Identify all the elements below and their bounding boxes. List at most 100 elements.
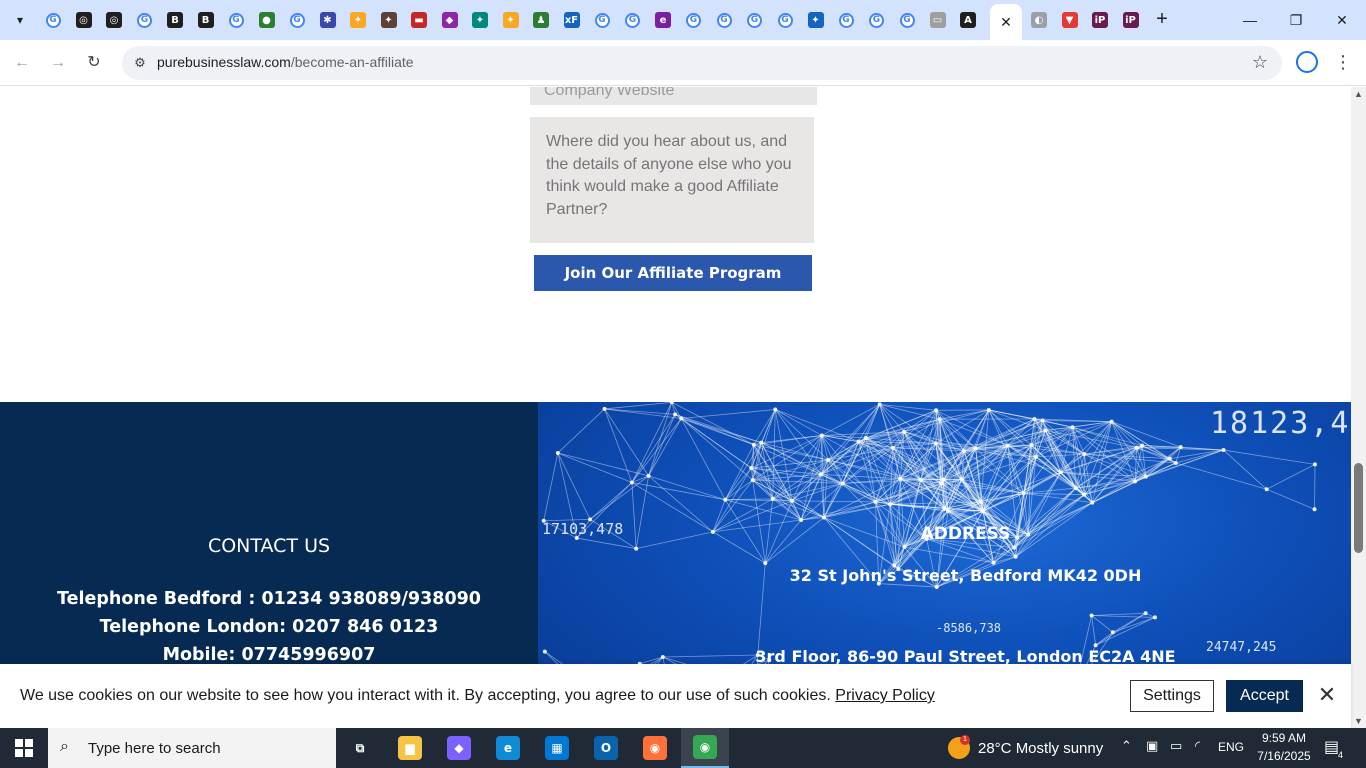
- browser-tab[interactable]: ✦: [803, 6, 829, 34]
- browser-tab[interactable]: G: [894, 6, 920, 34]
- browser-tab[interactable]: ◎: [101, 6, 127, 34]
- browser-tab[interactable]: G: [864, 6, 890, 34]
- edge-icon: e: [496, 736, 520, 760]
- task-view-taskbar-button[interactable]: ⧉: [336, 728, 384, 768]
- cookie-settings-button[interactable]: Settings: [1130, 680, 1214, 712]
- browser-tab[interactable]: G: [742, 6, 768, 34]
- network-node: [1070, 425, 1075, 430]
- browser-tab[interactable]: G: [833, 6, 859, 34]
- browser-tab[interactable]: G: [681, 6, 707, 34]
- weather-widget[interactable]: 28°C Mostly sunny: [978, 740, 1103, 757]
- network-node: [1013, 554, 1018, 559]
- network-link: [879, 403, 937, 411]
- browser-tab[interactable]: ●: [254, 6, 280, 34]
- meet-now-icon[interactable]: ▣: [1146, 738, 1158, 754]
- chrome-taskbar-button[interactable]: ◉: [681, 728, 729, 768]
- network-link: [681, 409, 776, 419]
- company-website-field[interactable]: Company Website: [530, 87, 817, 105]
- browser-tab[interactable]: iP: [1118, 6, 1144, 34]
- taskbar-search-box[interactable]: ⌕ Type here to search: [48, 728, 336, 768]
- browser-tab[interactable]: G: [284, 6, 310, 34]
- address-bar[interactable]: ⚙ purebusinesslaw.com/become-an-affiliat…: [122, 46, 1282, 80]
- profile-icon[interactable]: [1296, 51, 1318, 73]
- close-window-button[interactable]: ✕: [1330, 8, 1354, 32]
- network-node: [679, 416, 684, 421]
- clock-date[interactable]: 7/16/2025: [1254, 749, 1314, 763]
- browser-tab[interactable]: G: [772, 6, 798, 34]
- network-node: [973, 446, 978, 451]
- network-link: [800, 435, 823, 521]
- browser-tab[interactable]: ▼: [1057, 6, 1083, 34]
- clock-time[interactable]: 9:59 AM: [1256, 731, 1312, 745]
- browser-tab[interactable]: iP: [1087, 6, 1113, 34]
- scroll-down-arrow-icon[interactable]: ▼: [1354, 716, 1363, 726]
- reload-icon[interactable]: ↻: [82, 51, 106, 75]
- browser-tab[interactable]: B: [162, 6, 188, 34]
- close-icon[interactable]: ✕: [1317, 683, 1337, 707]
- battery-icon[interactable]: ▭: [1170, 738, 1182, 754]
- network-node: [934, 585, 939, 590]
- network-link: [801, 501, 876, 521]
- b-icon: B: [167, 12, 183, 28]
- forward-arrow-icon[interactable]: →: [46, 51, 70, 75]
- app-icon: ✦: [472, 12, 488, 28]
- network-node: [962, 448, 967, 453]
- browser-tab[interactable]: ▬: [406, 6, 432, 34]
- bookmark-star-icon[interactable]: ☆: [1252, 52, 1268, 73]
- browser-tab[interactable]: ◆: [437, 6, 463, 34]
- browser-tab[interactable]: G: [620, 6, 646, 34]
- language-indicator[interactable]: ENG: [1218, 740, 1244, 754]
- scroll-up-arrow-icon[interactable]: ▲: [1354, 89, 1363, 99]
- minimize-button[interactable]: —: [1238, 8, 1262, 32]
- browser-tab[interactable]: G: [711, 6, 737, 34]
- cookie-accept-button[interactable]: Accept: [1226, 680, 1303, 712]
- new-tab-button[interactable]: +: [1150, 8, 1174, 32]
- microsoft-store-taskbar-button[interactable]: ▦: [533, 728, 581, 768]
- browser-tab[interactable]: G: [223, 6, 249, 34]
- wifi-icon[interactable]: ◜: [1195, 738, 1200, 754]
- browser-tab[interactable]: ✦: [376, 6, 402, 34]
- join-affiliate-button[interactable]: Join Our Affiliate Program: [534, 255, 812, 291]
- scrollbar-thumb[interactable]: [1354, 463, 1363, 553]
- app-icon: ✦: [502, 12, 519, 28]
- browser-tab[interactable]: xF: [559, 6, 585, 34]
- edge-taskbar-button[interactable]: e: [484, 728, 532, 768]
- browser-tab[interactable]: ✦: [467, 6, 493, 34]
- menu-kebab-icon[interactable]: ⋮: [1334, 51, 1352, 75]
- browser-tab[interactable]: B: [193, 6, 219, 34]
- browser-tab[interactable]: ◎: [71, 6, 97, 34]
- browser-tab[interactable]: G: [589, 6, 615, 34]
- browser-tab[interactable]: G: [132, 6, 158, 34]
- outlook-taskbar-button[interactable]: O: [582, 728, 630, 768]
- firefox-taskbar-button[interactable]: ◉: [631, 728, 679, 768]
- browser-tab[interactable]: e: [650, 6, 676, 34]
- site-info-icon[interactable]: ⚙: [130, 53, 150, 73]
- network-node: [1178, 445, 1183, 450]
- copilot-taskbar-button[interactable]: ◆: [435, 728, 483, 768]
- file-explorer-taskbar-button[interactable]: ▆: [386, 728, 434, 768]
- network-link: [680, 418, 726, 500]
- restore-button[interactable]: ❐: [1284, 8, 1308, 32]
- hear-about-us-field[interactable]: [530, 117, 814, 243]
- network-link: [879, 403, 940, 420]
- network-node: [898, 476, 903, 481]
- browser-tab[interactable]: ✦: [498, 6, 524, 34]
- active-tab-close-button[interactable]: ✕: [990, 4, 1022, 40]
- privacy-policy-link[interactable]: Privacy Policy: [835, 687, 935, 704]
- back-arrow-icon[interactable]: ←: [10, 51, 34, 75]
- browser-tab[interactable]: ▭: [925, 6, 951, 34]
- network-node: [1033, 454, 1038, 459]
- windows-taskbar: ⌕ Type here to search ⧉ ▆ ◆ e ▦ O ◉ ◉ 1 28°C Mo…: [0, 728, 1366, 768]
- windows-start-icon[interactable]: [0, 728, 48, 768]
- tab-search-dropdown[interactable]: ▾: [6, 6, 34, 34]
- browser-tab[interactable]: G: [40, 6, 66, 34]
- url-text[interactable]: purebusinesslaw.com/become-an-affiliate: [157, 54, 414, 70]
- network-node: [673, 412, 678, 417]
- browser-tab[interactable]: A: [955, 6, 981, 34]
- browser-tab[interactable]: ✦: [345, 6, 371, 34]
- browser-tab[interactable]: ✱: [315, 6, 341, 34]
- page-scrollbar[interactable]: ▲ ▼: [1351, 87, 1366, 728]
- browser-tab[interactable]: ♟: [528, 6, 554, 34]
- browser-tab[interactable]: ◐: [1026, 6, 1052, 34]
- chevron-up-icon[interactable]: ⌃: [1121, 738, 1132, 754]
